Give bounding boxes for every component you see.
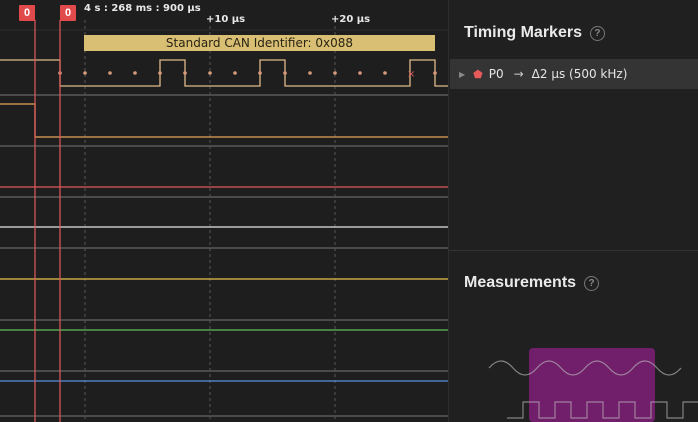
timing-markers-title: Timing Markers [464, 24, 582, 41]
marker-color-icon: ⬟ [473, 67, 483, 81]
arrow-right-icon: → [513, 67, 524, 81]
error-marker-icon: × [407, 69, 415, 80]
measurements-illustration-icon [488, 348, 698, 422]
panel-divider [449, 250, 698, 251]
time-label-plus20: +20 µs [331, 14, 371, 25]
marker-delta: Δ2 µs (500 kHz) [531, 67, 628, 81]
waveform-view[interactable]: × 0 0 4 s : 268 ms : 900 µs +10 µs +20 µ… [0, 0, 448, 422]
expand-triangle-icon[interactable]: ▶ [459, 70, 465, 79]
waveform-canvas[interactable]: × [0, 0, 448, 422]
timing-markers-header: Timing Markers ? [464, 24, 605, 42]
channel-1-waveform [0, 103, 448, 138]
can-waveform [0, 59, 448, 87]
bit-sample-dots [58, 71, 437, 75]
side-panel: Timing Markers ? ▶ ⬟ P0 → Δ2 µs (500 kHz… [448, 0, 698, 422]
measurements-title: Measurements [464, 274, 577, 291]
measurements-header: Measurements ? [464, 274, 600, 292]
can-identifier-annotation[interactable]: Standard CAN Identifier: 0x088 [84, 35, 435, 51]
help-icon[interactable]: ? [584, 275, 600, 291]
timing-marker-row-p0[interactable]: ▶ ⬟ P0 → Δ2 µs (500 kHz) [450, 59, 698, 89]
help-icon[interactable]: ? [589, 25, 605, 41]
absolute-time-label: 4 s : 268 ms : 900 µs [84, 3, 201, 14]
time-label-plus10: +10 µs [206, 14, 246, 25]
timing-marker-flag-right[interactable]: 0 [60, 5, 76, 21]
marker-name: P0 [488, 67, 504, 81]
timing-marker-flag-left[interactable]: 0 [19, 5, 35, 21]
